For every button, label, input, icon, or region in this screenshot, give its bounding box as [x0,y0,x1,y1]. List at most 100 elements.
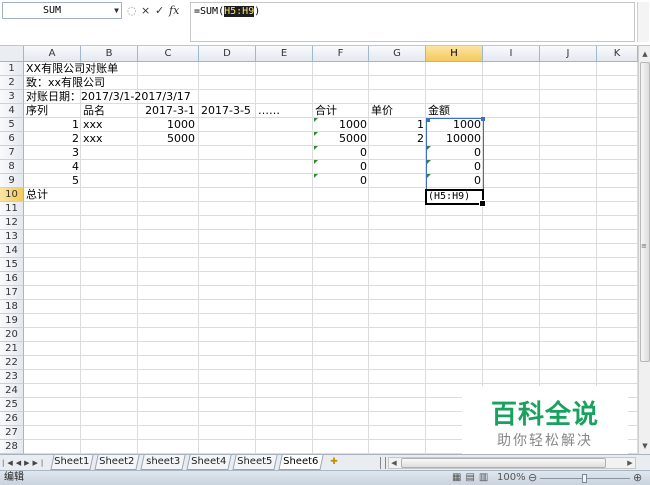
cell-a5[interactable]: 1 [24,118,81,132]
row-header-10[interactable]: 10 [0,188,24,202]
row-header-2[interactable]: 2 [0,76,24,90]
tab-navigation[interactable]: |◀◀▶▶| [2,456,48,470]
sheet-tab-2[interactable]: Sheet2 [94,455,140,470]
page-break-icon[interactable]: ▥ [479,472,492,483]
cell-c5[interactable]: 1000 [138,118,197,132]
cell-f8[interactable]: 0 [313,160,369,174]
column-header-g[interactable]: G [369,46,426,62]
row-header-27[interactable]: 27 [0,426,24,440]
row-header-13[interactable]: 13 [0,230,24,244]
row-header-28[interactable]: 28 [0,440,24,454]
cell-a9[interactable]: 5 [24,174,81,188]
zoom-in-icon[interactable]: ⊕ [633,471,642,484]
row-header-1[interactable]: 1 [0,62,24,76]
sheet-tab-5[interactable]: Sheet5 [232,455,278,470]
cell-a8[interactable]: 4 [24,160,81,174]
formula-bar-expand[interactable] [637,2,649,42]
cell-a4[interactable]: 序列 [24,104,50,118]
column-header-d[interactable]: D [199,46,256,62]
cell-a10[interactable]: 总计 [24,188,50,202]
cell-b4[interactable]: 品名 [81,104,107,118]
tab-split-handle[interactable] [380,457,386,469]
next-sheet-icon[interactable]: ▶ [24,459,32,467]
row-header-22[interactable]: 22 [0,356,24,370]
cell-g4[interactable]: 单价 [369,104,395,118]
row-header-23[interactable]: 23 [0,370,24,384]
column-header-i[interactable]: I [483,46,540,62]
row-header-21[interactable]: 21 [0,342,24,356]
cell-c6[interactable]: 5000 [138,132,197,146]
row-header-6[interactable]: 6 [0,132,24,146]
enter-icon[interactable]: ✓ [155,2,164,19]
sheet-tab-3[interactable]: sheet3 [140,455,186,470]
vertical-scroll-thumb[interactable] [640,62,650,362]
row-header-15[interactable]: 15 [0,258,24,272]
row-header-5[interactable]: 5 [0,118,24,132]
scroll-right-icon[interactable]: ▶ [625,458,635,468]
last-sheet-icon[interactable]: ▶| [33,459,47,467]
cell-f9[interactable]: 0 [313,174,369,188]
row-header-14[interactable]: 14 [0,244,24,258]
cell-f4[interactable]: 合计 [313,104,339,118]
first-sheet-icon[interactable]: |◀ [2,459,16,467]
column-header-e[interactable]: E [256,46,313,62]
cell-f6[interactable]: 5000 [313,132,369,146]
cell-a3[interactable]: 对账日期：2017/3/1-2017/3/17 [24,90,193,104]
row-header-18[interactable]: 18 [0,300,24,314]
row-header-11[interactable]: 11 [0,202,24,216]
scroll-down-icon[interactable]: ▼ [640,440,650,452]
zoom-level[interactable]: 100% [497,472,526,483]
row-header-8[interactable]: 8 [0,160,24,174]
horizontal-scroll-thumb[interactable] [401,458,606,468]
cell-c4[interactable]: 2017-3-1 [138,104,197,118]
vertical-scrollbar[interactable]: ▲ ≡ ▼ [638,46,650,454]
column-header-k[interactable]: K [597,46,638,62]
zoom-slider-thumb[interactable] [582,474,587,483]
zoom-out-icon[interactable]: ⊖ [528,471,537,484]
row-header-3[interactable]: 3 [0,90,24,104]
insert-function-icon[interactable]: fx [169,2,179,19]
row-header-20[interactable]: 20 [0,328,24,342]
cell-f7[interactable]: 0 [313,146,369,160]
row-header-4[interactable]: 4 [0,104,24,118]
horizontal-scrollbar[interactable]: ◀ ▶ [388,457,636,469]
row-header-16[interactable]: 16 [0,272,24,286]
active-cell-h10[interactable]: (H5:H9) [425,189,486,207]
new-sheet-icon[interactable]: ✚ [325,456,343,468]
name-box[interactable]: SUM ▼ [2,2,122,19]
sheet-tab-1[interactable]: Sheet1 [50,455,94,470]
cell-e4[interactable]: …… [256,104,282,118]
select-all-corner[interactable] [0,46,24,62]
page-layout-icon[interactable]: ▤ [465,472,478,483]
row-header-9[interactable]: 9 [0,174,24,188]
row-header-25[interactable]: 25 [0,398,24,412]
cell-b6[interactable]: xxx [81,132,105,146]
cell-a6[interactable]: 2 [24,132,81,146]
formula-input[interactable]: =SUM(H5:H9) [190,2,635,42]
cell-f5[interactable]: 1000 [313,118,369,132]
scroll-up-icon[interactable]: ▲ [640,48,650,60]
row-header-7[interactable]: 7 [0,146,24,160]
row-header-26[interactable]: 26 [0,412,24,426]
column-header-a[interactable]: A [24,46,81,62]
normal-view-icon[interactable]: ▦ [452,472,465,483]
cell-a1[interactable]: XX有限公司对账单 [24,62,120,76]
cancel-icon[interactable]: × [141,2,150,19]
cell-a2[interactable]: 致：xx有限公司 [24,76,107,90]
column-header-j[interactable]: J [540,46,597,62]
cell-h4[interactable]: 金额 [426,104,452,118]
cell-b5[interactable]: xxx [81,118,105,132]
row-header-19[interactable]: 19 [0,314,24,328]
cell-g5[interactable]: 1 [369,118,426,132]
cell-g6[interactable]: 2 [369,132,426,146]
chevron-down-icon[interactable]: ▼ [114,3,119,18]
row-header-12[interactable]: 12 [0,216,24,230]
cell-d4[interactable]: 2017-3-5 [199,104,253,118]
row-header-17[interactable]: 17 [0,286,24,300]
cell-a7[interactable]: 3 [24,146,81,160]
column-header-h[interactable]: H [426,46,483,62]
sheet-tab-6[interactable]: Sheet6 [278,455,324,470]
column-header-b[interactable]: B [81,46,138,62]
column-header-f[interactable]: F [313,46,369,62]
row-header-24[interactable]: 24 [0,384,24,398]
